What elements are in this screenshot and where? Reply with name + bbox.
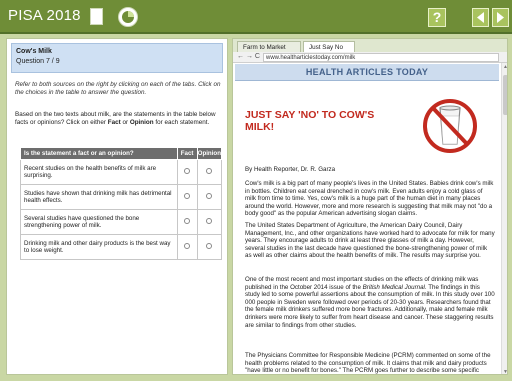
statement-text: Drinking milk and other dairy products i…: [20, 234, 178, 260]
help-button[interactable]: ?: [428, 8, 446, 27]
bookmark-button[interactable]: [90, 8, 103, 25]
scroll-down-icon[interactable]: ▼: [503, 369, 507, 374]
opinion-radio[interactable]: [206, 167, 213, 174]
statement-text: Studies have shown that drinking milk ha…: [20, 184, 178, 210]
opinion-radio-cell: [196, 209, 223, 235]
statement-text: Recent studies on the health benefits of…: [20, 159, 178, 185]
fact-radio[interactable]: [184, 242, 191, 249]
opinion-radio[interactable]: [206, 192, 213, 199]
no-milk-glass-icon: [419, 94, 481, 158]
statement-text: Several studies have questioned the bone…: [20, 209, 178, 235]
scroll-up-icon[interactable]: ▲: [503, 64, 507, 70]
opinion-radio-cell: [196, 184, 223, 210]
opinion-radio-cell: [196, 234, 223, 260]
scrollbar-thumb[interactable]: [503, 75, 507, 115]
question-text-part: for each statement.: [153, 119, 210, 126]
question-instructions: Refer to both sources on the right by cl…: [15, 81, 221, 96]
fact-column-header: Fact: [176, 147, 198, 160]
journal-name: British Medical Journal: [362, 283, 425, 291]
address-bar: ← → C www.healtharticlestoday.com/milk: [233, 52, 507, 63]
article-paragraph: One of the most recent and most importan…: [245, 276, 495, 329]
article-byline: By Health Reporter, Dr. R. Garza: [245, 166, 336, 173]
previous-arrow-icon[interactable]: [472, 8, 489, 27]
opinion-radio[interactable]: [206, 217, 213, 224]
fact-radio-cell: [176, 209, 198, 235]
table-row: Drinking milk and other dairy products i…: [20, 234, 223, 260]
question-title: Cow's Milk: [16, 48, 52, 55]
table-row: Several studies have questioned the bone…: [20, 209, 223, 235]
fact-keyword: Fact: [107, 119, 121, 126]
statement-column-header: Is the statement a fact or an opinion?: [20, 147, 178, 160]
question-number: Question 7 / 9: [16, 58, 60, 65]
table-header-row: Is the statement a fact or an opinion? F…: [20, 147, 223, 160]
article-scrollbar[interactable]: ▲ ▼: [501, 63, 507, 374]
opinion-radio[interactable]: [206, 242, 213, 249]
opinion-keyword: Opinion: [129, 119, 154, 126]
question-text-part: or: [120, 119, 130, 126]
article-headline: JUST SAY 'NO' TO COW'S MILK!: [245, 109, 375, 133]
browser-nav-icons[interactable]: ← → C: [237, 53, 260, 60]
table-row: Recent studies on the health benefits of…: [20, 159, 223, 185]
article-viewport: HEALTH ARTICLES TODAY JUST SAY 'NO' TO C…: [233, 63, 501, 375]
paragraph-text: . The findings in this study led to some…: [245, 283, 495, 329]
fact-radio-cell: [176, 234, 198, 260]
opinion-column-header: Opinion: [196, 147, 223, 160]
article-paragraph: Cow's milk is a big part of many people'…: [245, 180, 494, 218]
article-paragraph: The United States Department of Agricult…: [245, 222, 495, 260]
question-text: Based on the two texts about milk, are t…: [15, 111, 225, 127]
opinion-radio-cell: [196, 159, 223, 185]
app-title: PISA 2018: [8, 7, 81, 24]
table-row: Studies have shown that drinking milk ha…: [20, 184, 223, 210]
tab-just-say-no[interactable]: Just Say No: [303, 41, 355, 52]
statement-table: Is the statement a fact or an opinion? F…: [20, 147, 223, 260]
url-field: www.healtharticlestoday.com/milk: [263, 53, 499, 62]
article-paragraph: The Physicians Committee for Responsible…: [245, 352, 491, 375]
question-panel: Cow's Milk Question 7 / 9 Refer to both …: [6, 38, 228, 375]
question-header: Cow's Milk Question 7 / 9: [11, 43, 223, 73]
fact-radio-cell: [176, 159, 198, 185]
source-panel: Farm to Market Just Say No ← → C www.hea…: [232, 38, 508, 375]
source-tabs: Farm to Market Just Say No: [233, 39, 507, 52]
fact-radio[interactable]: [184, 192, 191, 199]
timer-icon[interactable]: [118, 7, 138, 27]
tab-farm-to-market[interactable]: Farm to Market: [237, 41, 301, 52]
fact-radio[interactable]: [184, 167, 191, 174]
next-arrow-icon[interactable]: [492, 8, 509, 27]
fact-radio[interactable]: [184, 217, 191, 224]
site-banner: HEALTH ARTICLES TODAY: [235, 64, 499, 81]
top-toolbar: PISA 2018 ?: [0, 0, 512, 34]
fact-radio-cell: [176, 184, 198, 210]
